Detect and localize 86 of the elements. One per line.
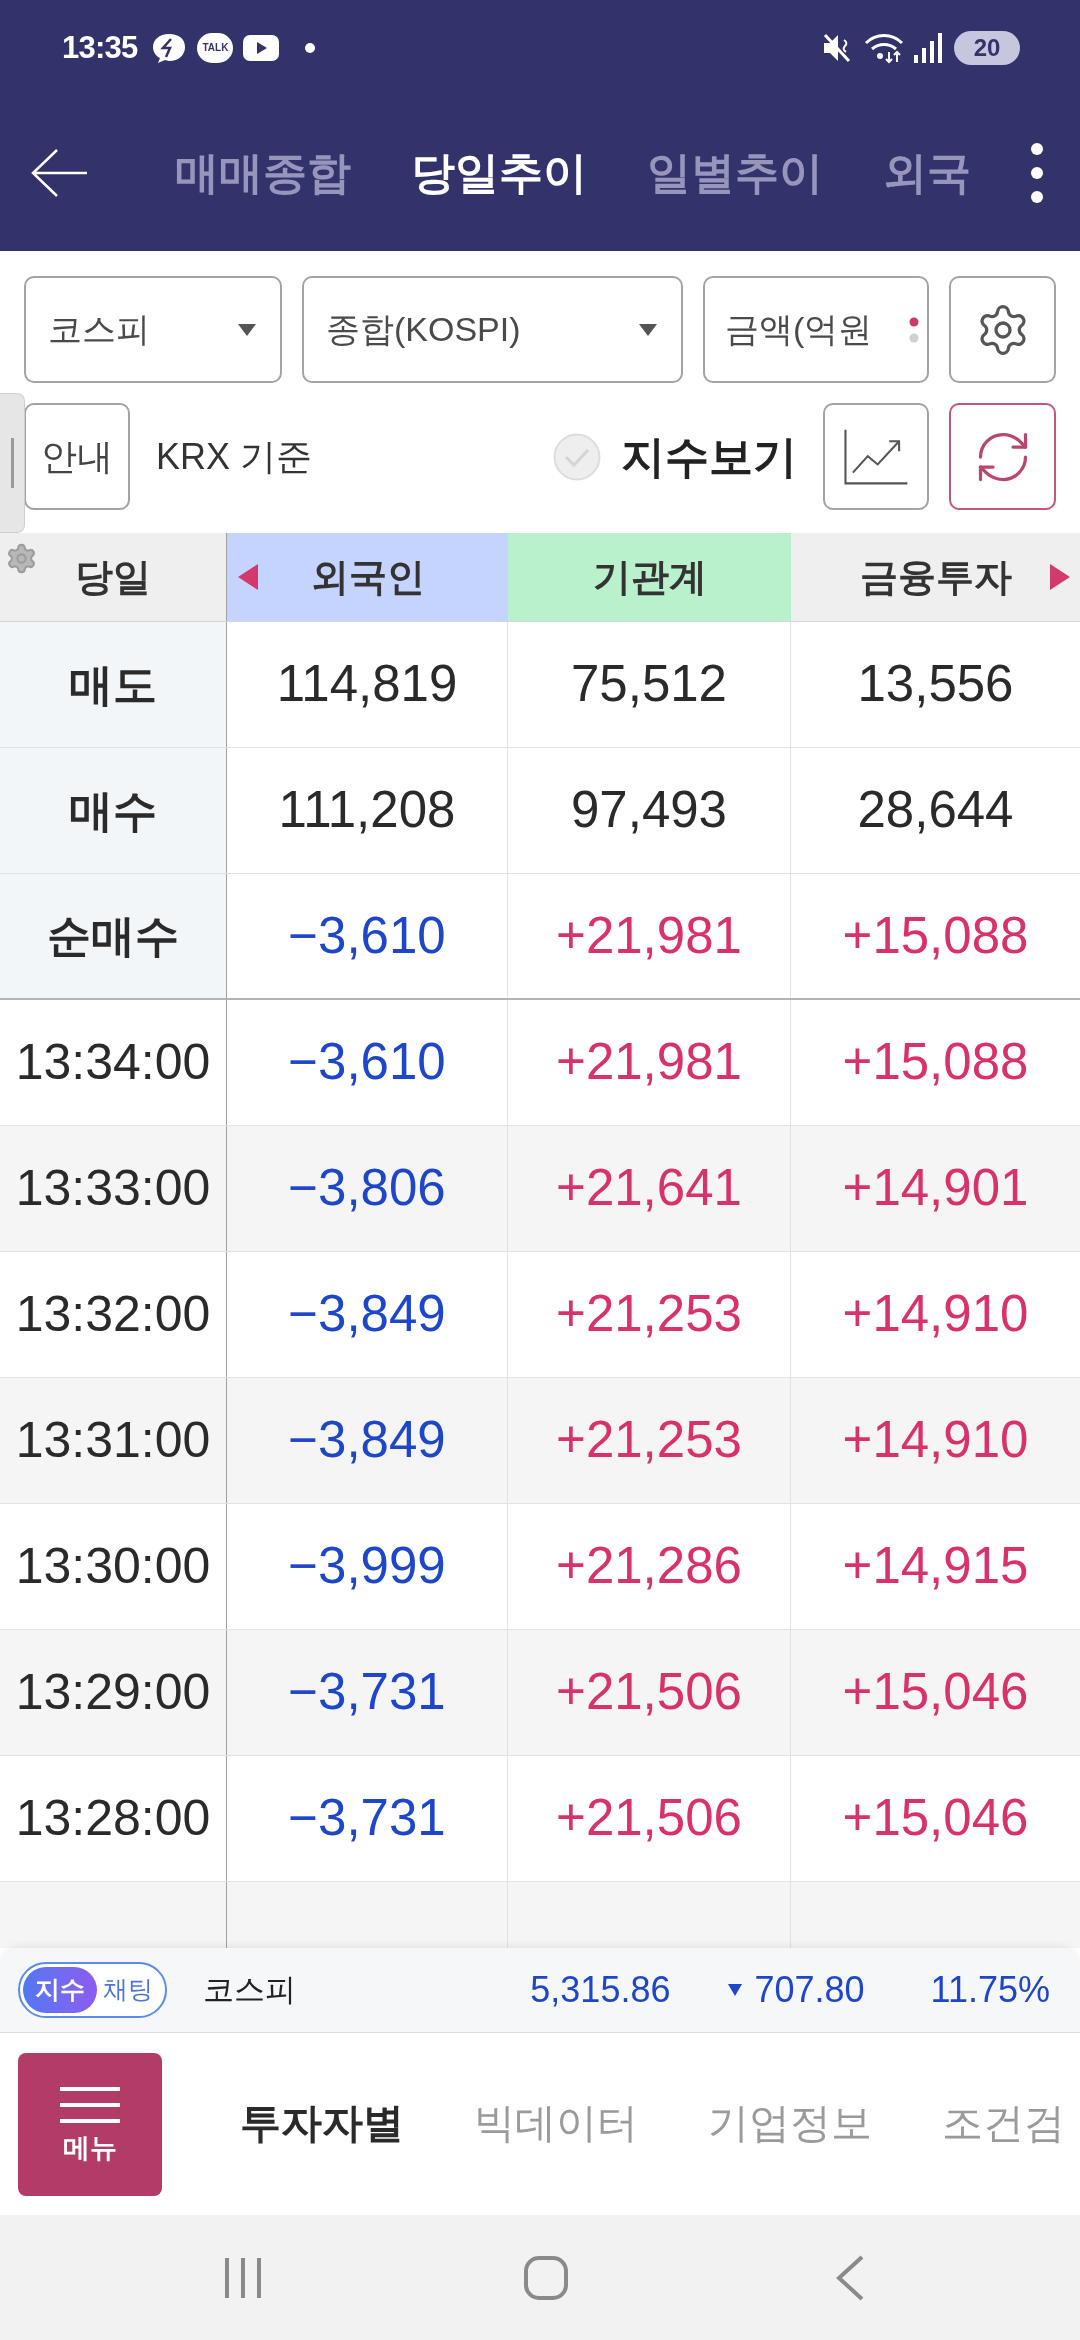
recents-icon[interactable] (223, 2255, 263, 2300)
table-cell: +21,506 (508, 1756, 791, 1881)
index-dropdown[interactable]: 종합(KOSPI) (302, 276, 683, 383)
table-cell: +21,981 (508, 1000, 791, 1125)
play-icon (243, 34, 280, 61)
table-cell: −3,806 (227, 1126, 508, 1251)
header-tab[interactable]: 당일추이 (411, 151, 587, 195)
more-icon[interactable] (1030, 142, 1044, 204)
index-name: 코스피 (203, 1970, 296, 2009)
chart-button[interactable] (823, 403, 929, 510)
table-cell: −3,610 (227, 874, 508, 998)
caret-icon (639, 323, 657, 336)
table-cell-text: +15,088 (841, 1032, 1030, 1093)
nav-tab[interactable]: 투자자별 (240, 2093, 404, 2155)
table-cell: +21,506 (508, 1630, 791, 1755)
table-cell: 111,208 (227, 748, 508, 873)
table-cell-text: +15,088 (841, 905, 1030, 966)
market-dropdown[interactable]: 코스피 (24, 276, 282, 383)
table-cell: −3,610 (227, 1000, 508, 1125)
index-price: 5,315.86 (530, 1968, 671, 2012)
table-cell-text: 28,644 (856, 780, 1015, 841)
refresh-button[interactable] (949, 403, 1056, 510)
header-tab[interactable]: 일별추이 (647, 151, 823, 195)
column-header: 금융투자 (791, 533, 1080, 621)
table-cell-text: +14,901 (841, 1158, 1030, 1219)
table-cell: −3,849 (227, 1252, 508, 1377)
caret-icon (238, 323, 256, 336)
time-cell: 13:29:00 (0, 1630, 227, 1755)
home-icon[interactable] (524, 2255, 568, 2300)
notification-dot-icon (305, 42, 316, 53)
table-cell: +21,253 (508, 1252, 791, 1377)
signal-icon (914, 32, 942, 63)
table-cell: −3,731 (227, 1630, 508, 1755)
row-label: 순매수 (0, 874, 227, 998)
chat-toggle[interactable]: 지수 채팅 (18, 1962, 167, 2018)
table-cell: 114,819 (227, 622, 508, 747)
mute-icon (822, 31, 852, 64)
time-cell: 13:34:00 (0, 1000, 227, 1125)
status-time: 13:35 (62, 32, 138, 63)
row-label: 매수 (0, 748, 227, 873)
unit-selector[interactable]: 금액(억원 (703, 276, 929, 383)
menu-icon (60, 2086, 120, 2123)
table-cell: 97,493 (508, 748, 791, 873)
table-cell: −3,849 (227, 1378, 508, 1503)
time-cell: 13:31:00 (0, 1378, 227, 1503)
column-header: 기관계 (508, 533, 791, 621)
table-cell-text: +15,046 (841, 1788, 1030, 1849)
menu-button[interactable]: 메뉴 (18, 2052, 162, 2196)
checkbox-label[interactable]: 지수보기 (621, 423, 797, 490)
drawer-handle[interactable] (0, 393, 25, 533)
index-rate: 11.75% (930, 1968, 1050, 2012)
chat-bubble-icon (151, 31, 188, 64)
column-header: 당일 (0, 533, 227, 621)
settings-button[interactable] (949, 276, 1056, 383)
table-cell: +21,253 (508, 1378, 791, 1503)
time-cell: 13:33:00 (0, 1126, 227, 1251)
table-cell-text: +14,915 (841, 1536, 1030, 1597)
time-cell: 13:32:00 (0, 1252, 227, 1377)
time-cell: 13:30:00 (0, 1504, 227, 1629)
basis-label: KRX 기준 (156, 434, 313, 479)
table-cell: 75,512 (508, 622, 791, 747)
right-arrow-icon[interactable] (1050, 564, 1070, 590)
column-header: 외국인 (227, 533, 508, 621)
table-cell: +21,286 (508, 1504, 791, 1629)
line-chart-icon (843, 427, 909, 486)
table-cell-text: +15,046 (841, 1662, 1030, 1723)
gear-icon[interactable] (5, 542, 38, 575)
header-tab[interactable]: 외국 (883, 151, 971, 195)
table-cell-text: +14,910 (841, 1284, 1030, 1345)
table-cell: +21,641 (508, 1126, 791, 1251)
table-cell: −3,731 (227, 1756, 508, 1881)
time-cell: 13:28:00 (0, 1756, 227, 1881)
talk-app-icon: TALK (197, 32, 234, 63)
row-label: 매도 (0, 622, 227, 747)
wifi-icon (864, 31, 904, 64)
table-cell: +21,981 (508, 874, 791, 998)
index-change: 707.80 (754, 1968, 865, 2012)
table-cell-text: 13,556 (856, 654, 1015, 715)
table-cell: −3,999 (227, 1504, 508, 1629)
checkbox[interactable] (553, 432, 601, 481)
battery-level: 20 (954, 30, 1020, 65)
header-tab[interactable]: 매매종합 (175, 151, 351, 195)
guide-button[interactable]: 안내 (24, 403, 130, 510)
left-arrow-icon[interactable] (238, 564, 258, 590)
page-dots-icon (909, 316, 919, 343)
table-cell-text: +14,910 (841, 1410, 1030, 1471)
